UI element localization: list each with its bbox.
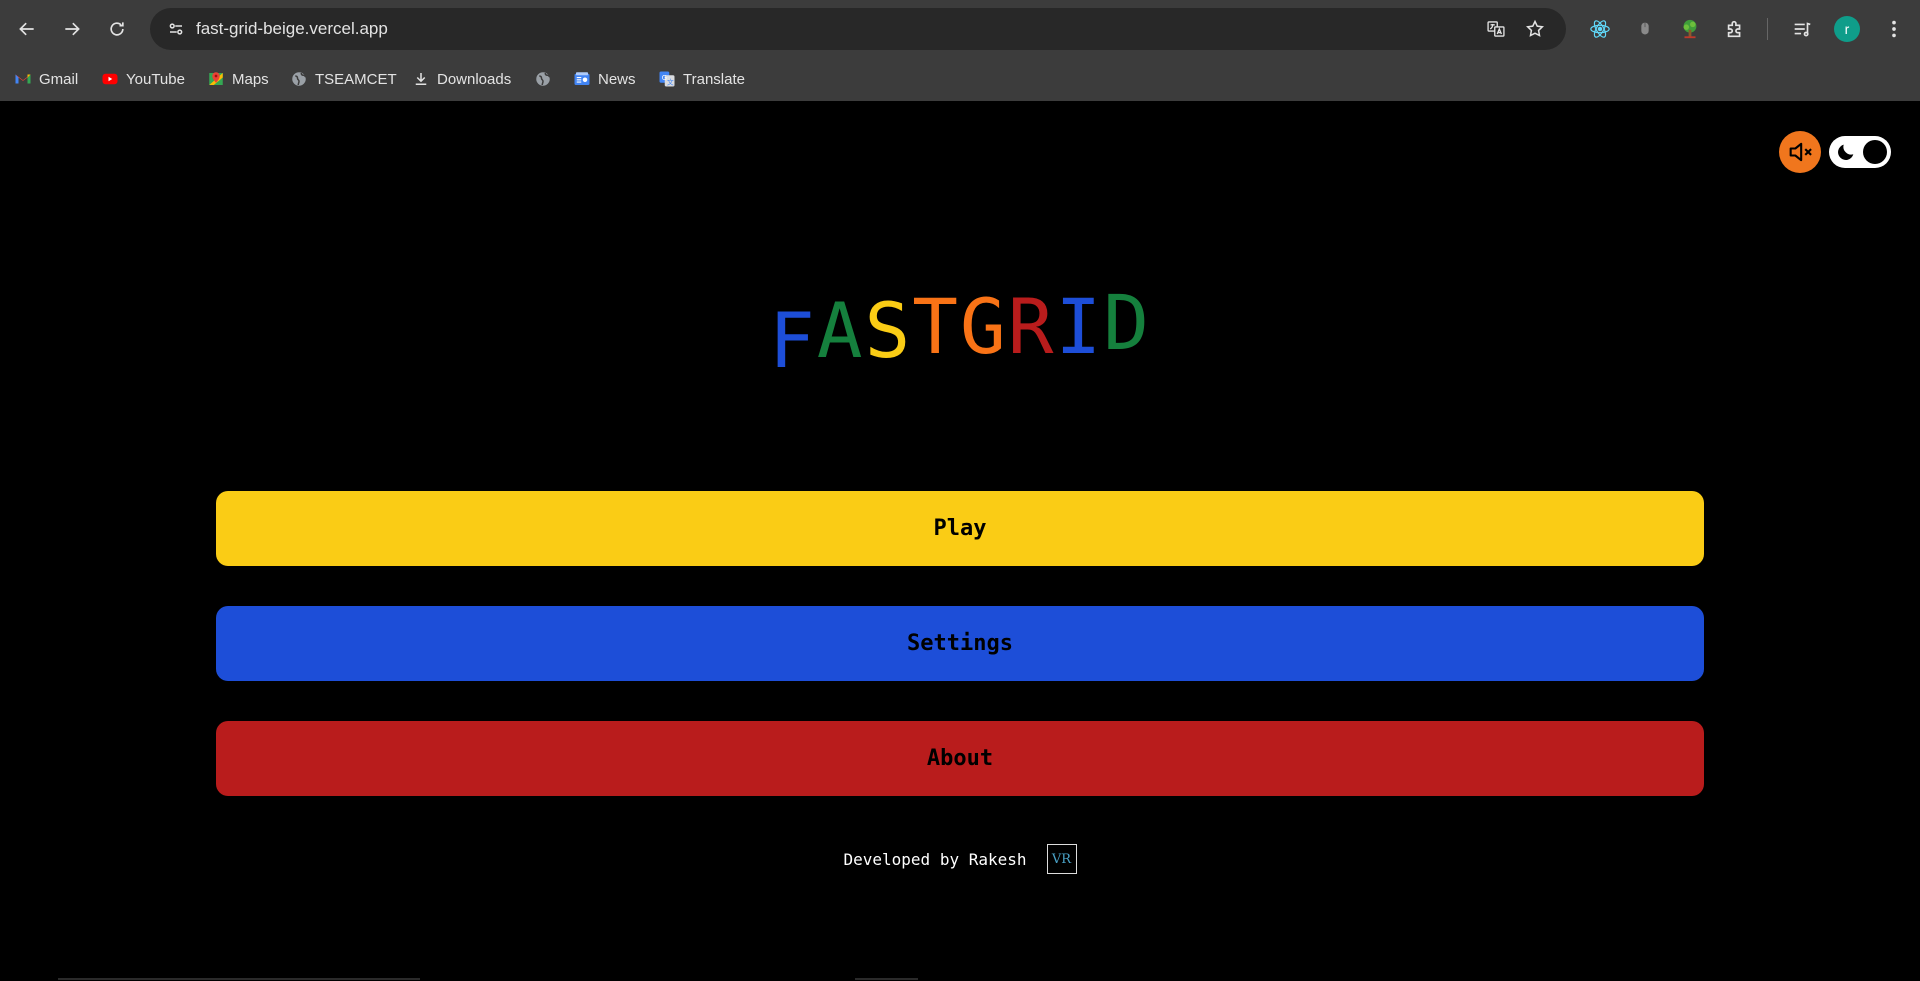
developer-logo-badge[interactable]: VR <box>1046 844 1077 874</box>
title-letter: S <box>864 286 913 375</box>
bookmark-label: Maps <box>232 70 269 88</box>
about-button[interactable]: About <box>216 721 1704 796</box>
bookmark-label: Translate <box>683 70 745 88</box>
title-letter: D <box>1103 278 1152 367</box>
bookmark-youtube[interactable]: YouTube <box>101 66 185 92</box>
google-news-icon <box>573 70 591 88</box>
mouse-icon <box>1641 22 1649 35</box>
translate-page-button[interactable] <box>1483 16 1509 42</box>
url-text[interactable]: fast-grid-beige.vercel.app <box>196 19 388 39</box>
title-letter: G <box>960 282 1008 371</box>
address-bar[interactable]: fast-grid-beige.vercel.app <box>150 8 1566 50</box>
title-letter: T <box>912 282 960 371</box>
youtube-icon <box>101 70 119 88</box>
globe-icon <box>290 70 308 88</box>
kebab-menu-icon <box>1892 20 1896 38</box>
page-bottom-line <box>855 978 918 980</box>
star-icon <box>1526 19 1544 37</box>
bookmark-translate[interactable]: G文 Translate <box>658 66 745 92</box>
sound-toggle-button[interactable] <box>1779 131 1821 173</box>
title-letter: F <box>768 296 817 385</box>
globe-icon <box>534 70 552 88</box>
reload-icon <box>110 22 124 36</box>
bookmark-label: Downloads <box>437 70 512 88</box>
developer-credit: Developed by Rakesh <box>843 849 1027 869</box>
react-devtools-icon <box>1590 20 1610 38</box>
bookmark-maps[interactable]: Maps <box>207 66 269 92</box>
bookmarks-bar: Gmail YouTube Maps TSEAMCET Downloads Ne… <box>0 58 1920 101</box>
browser-menu-button[interactable] <box>1878 13 1910 45</box>
arrow-left-icon <box>19 22 34 36</box>
bookmark-label: TSEAMCET <box>315 70 397 88</box>
extension-react-devtools[interactable] <box>1584 13 1616 45</box>
playlist-icon <box>1794 22 1811 37</box>
back-button[interactable] <box>10 12 44 46</box>
bookmark-label: YouTube <box>126 70 185 88</box>
browser-toolbar: fast-grid-beige.vercel.app r <box>0 0 1920 58</box>
profile-avatar[interactable]: r <box>1834 16 1860 42</box>
title-letter: A <box>816 286 865 375</box>
page-bottom-line <box>58 978 420 980</box>
extension-tree[interactable] <box>1674 13 1706 45</box>
media-controls-button[interactable] <box>1786 13 1818 45</box>
bookmark-tseamcet[interactable]: TSEAMCET <box>290 66 397 92</box>
tune-icon <box>169 23 183 35</box>
google-translate-icon: G文 <box>658 70 676 88</box>
volume-muted-icon <box>1789 142 1812 162</box>
bookmark-gmail[interactable]: Gmail <box>14 66 78 92</box>
forward-button[interactable] <box>55 12 89 46</box>
maps-icon <box>207 70 225 88</box>
extension-mouse[interactable] <box>1629 13 1661 45</box>
browser-chrome: fast-grid-beige.vercel.app r Gmail YouTu… <box>0 0 1920 101</box>
toggle-knob <box>1863 140 1887 164</box>
tree-icon <box>1683 19 1697 39</box>
title-letter: R <box>1007 282 1056 371</box>
gmail-icon <box>14 70 32 88</box>
bookmark-star-button[interactable] <box>1522 16 1548 42</box>
arrow-right-icon <box>65 22 80 36</box>
extensions-menu-button[interactable] <box>1719 13 1751 45</box>
reload-button[interactable] <box>100 12 134 46</box>
toolbar-divider <box>1767 18 1768 40</box>
game-page: FASTGRID Play Settings About Developed b… <box>0 101 1920 981</box>
title-letter: I <box>1055 282 1104 371</box>
bookmark-label: Gmail <box>39 70 79 88</box>
download-icon <box>412 70 430 88</box>
svg-text:文: 文 <box>667 77 674 86</box>
bookmark-globe[interactable] <box>534 66 552 92</box>
theme-toggle[interactable] <box>1829 136 1891 168</box>
translate-icon <box>1487 21 1505 37</box>
bookmark-label: News <box>598 70 636 88</box>
bookmark-downloads[interactable]: Downloads <box>412 66 511 92</box>
svg-text:G: G <box>662 74 667 82</box>
game-title: FASTGRID <box>0 282 1920 379</box>
play-button[interactable]: Play <box>216 491 1704 566</box>
site-info-button[interactable] <box>160 13 192 45</box>
footer: Developed by Rakesh VR <box>0 844 1920 874</box>
moon-icon <box>1838 144 1854 160</box>
settings-button[interactable]: Settings <box>216 606 1704 681</box>
bookmark-news[interactable]: News <box>573 66 636 92</box>
puzzle-icon <box>1727 20 1741 38</box>
